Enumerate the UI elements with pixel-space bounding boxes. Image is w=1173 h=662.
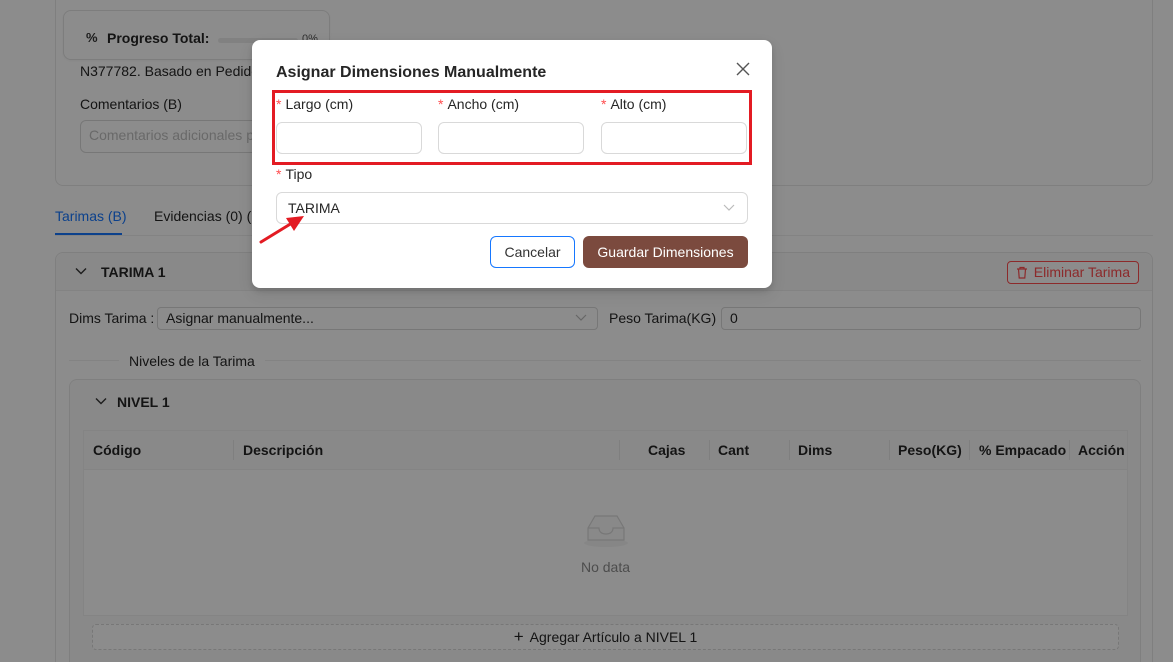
tipo-select[interactable]: TARIMA	[276, 192, 748, 224]
chevron-down-icon	[723, 193, 735, 233]
assign-dimensions-modal: Asignar Dimensiones Manualmente * Largo (…	[252, 40, 772, 288]
alto-input[interactable]	[601, 122, 747, 154]
alto-label: * Alto (cm)	[601, 96, 667, 112]
ancho-label: * Ancho (cm)	[438, 96, 520, 112]
largo-label: * Largo (cm)	[276, 96, 354, 112]
annotation-arrow-icon	[259, 216, 304, 244]
close-icon[interactable]	[732, 58, 754, 80]
largo-input[interactable]	[276, 122, 422, 154]
save-dimensions-button[interactable]: Guardar Dimensiones	[583, 236, 748, 268]
ancho-input[interactable]	[438, 122, 584, 154]
modal-title: Asignar Dimensiones Manualmente	[276, 64, 547, 81]
tipo-label: * Tipo	[276, 166, 313, 182]
cancel-button[interactable]: Cancelar	[490, 236, 575, 268]
